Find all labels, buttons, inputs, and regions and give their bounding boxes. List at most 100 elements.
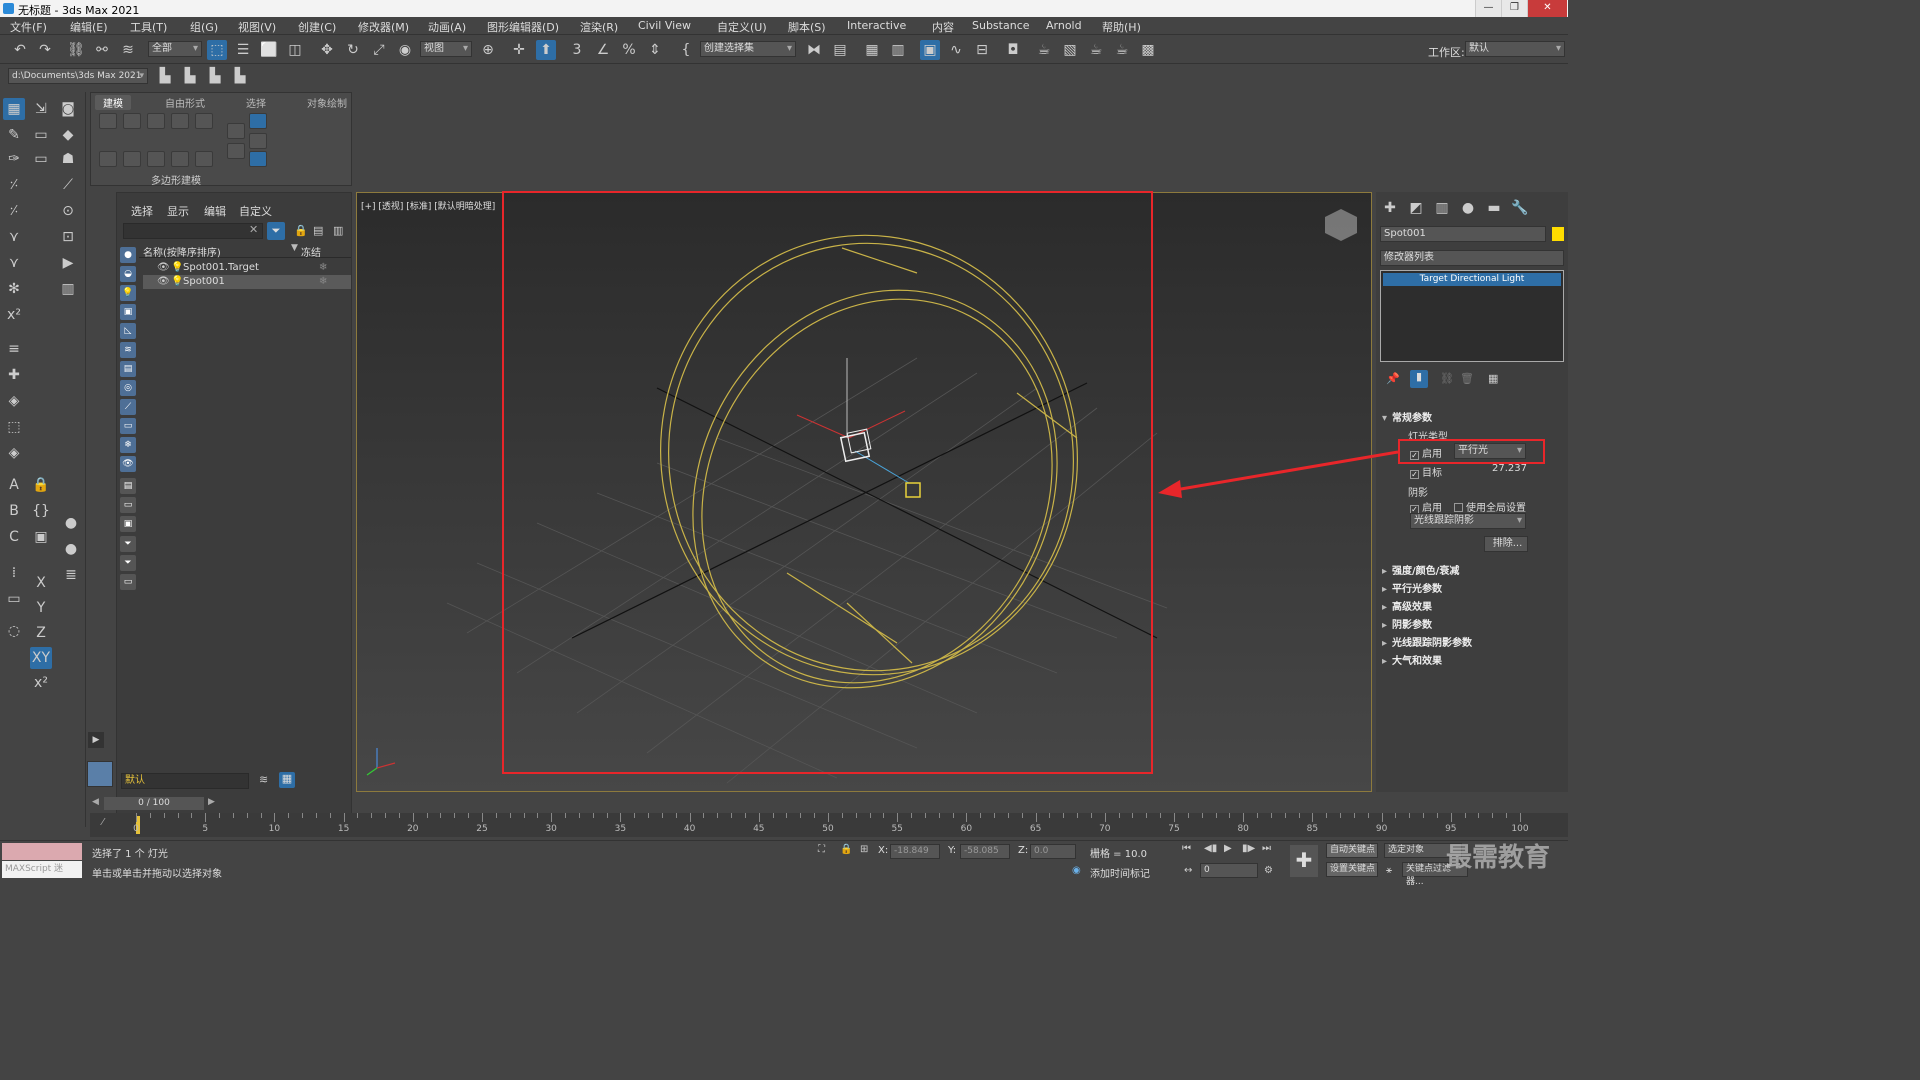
redo-icon[interactable]: ↷ — [35, 40, 55, 60]
dot-grid-icon[interactable]: ⁞ — [3, 562, 25, 584]
remove-modifier-icon[interactable]: 🗑 — [1460, 372, 1474, 385]
rollout-raytrace-shadow[interactable]: 光线跟踪阴影参数 — [1382, 634, 1564, 650]
snap-toggle-icon[interactable]: 3 — [567, 40, 587, 60]
rollout-shadow-params[interactable]: 阴影参数 — [1382, 616, 1564, 632]
ribbon-btn-1[interactable] — [99, 113, 117, 129]
ribbon-btn-8[interactable] — [147, 151, 165, 167]
menu-content[interactable]: 内容 — [932, 19, 954, 35]
show-end-result-icon[interactable]: ▮ — [1410, 370, 1428, 388]
expand-panel-icon[interactable]: ▶ — [88, 732, 104, 748]
menu-group[interactable]: 组(G) — [190, 19, 218, 35]
z-coord-field[interactable]: 0.0 — [1030, 844, 1076, 859]
menu-civil-view[interactable]: Civil View — [638, 19, 691, 32]
brush-icon[interactable]: ⟋ — [57, 174, 79, 196]
target-checkbox[interactable]: ✓ 目标 — [1410, 464, 1442, 479]
configure-sets-icon[interactable]: ▦ — [1488, 372, 1498, 385]
filter-bones-icon[interactable]: ⟋ — [120, 399, 136, 415]
isolate-icon[interactable]: ✻ — [3, 278, 25, 300]
mini-curve-icon[interactable]: ⁄ — [102, 817, 104, 828]
add-layer-icon[interactable]: ✚ — [3, 364, 25, 386]
ribbon-btn-12[interactable] — [227, 143, 245, 159]
filmstrip-icon[interactable]: ▥ — [57, 278, 79, 300]
rollout-general-parameters[interactable]: 常规参数 — [1382, 409, 1564, 425]
object-name-field[interactable]: Spot001 — [1380, 226, 1546, 242]
axis-y-icon[interactable]: Y — [30, 597, 52, 619]
folder-icon[interactable]: ▭ — [120, 574, 136, 590]
ribbon-btn-11[interactable] — [227, 123, 245, 139]
filter-icon[interactable]: ⏷ — [267, 222, 285, 240]
spray-icon[interactable]: ⊙ — [57, 200, 79, 222]
key-filter-icon[interactable]: ⚹ — [1386, 865, 1392, 876]
menu-view[interactable]: 视图(V) — [238, 19, 276, 35]
ribbon-btn-6[interactable] — [99, 151, 117, 167]
filter-geometry-icon[interactable]: ● — [120, 247, 136, 263]
axis-z-icon[interactable]: Z — [30, 622, 52, 644]
maxscript-listener[interactable] — [2, 843, 82, 860]
rect-selection-icon[interactable]: ⬜ — [259, 40, 279, 60]
place-icon[interactable]: ◉ — [395, 40, 415, 60]
soft-select-icon[interactable]: ⋎ — [3, 252, 25, 274]
utilities-tab-icon[interactable]: 🔧 — [1510, 198, 1530, 218]
y-coord-field[interactable]: -58.085 — [960, 844, 1010, 859]
ribbon-btn-4[interactable] — [171, 113, 189, 129]
set-key-big-button[interactable]: ✚ — [1290, 845, 1318, 877]
move-icon[interactable]: ✥ — [317, 40, 337, 60]
workspace-dropdown[interactable]: 默认 — [1465, 41, 1565, 57]
select-layer-icon[interactable]: ⬚ — [3, 416, 25, 438]
schematic-view-icon[interactable]: ⊟ — [972, 40, 992, 60]
save-view-icon[interactable]: ▭ — [30, 148, 52, 170]
motion-tab-icon[interactable]: ● — [1458, 198, 1478, 218]
ribbon-btn-14[interactable] — [249, 133, 267, 149]
bind-space-warp-icon[interactable]: ≋ — [118, 40, 138, 60]
layer-stack-icon[interactable]: ≋ — [259, 773, 268, 786]
lock-explorer-icon[interactable]: 🔒 — [294, 224, 308, 237]
filter-hidden-icon[interactable]: 👁 — [120, 456, 136, 472]
filter-xrefs-icon[interactable]: ◎ — [120, 380, 136, 396]
project-folder-icon[interactable]: ▙ — [155, 66, 175, 86]
render-cloud-icon[interactable]: ▩ — [1138, 40, 1158, 60]
reference-coord-dropdown[interactable]: 视图 — [420, 41, 472, 57]
axis-xy-icon[interactable]: XY — [30, 647, 52, 669]
camera-icon[interactable]: ⊡ — [57, 226, 79, 248]
ribbon-btn-15[interactable] — [249, 151, 267, 167]
ribbon-btn-7[interactable] — [123, 151, 141, 167]
menu-tools[interactable]: 工具(T) — [130, 19, 167, 35]
time-tag-icon[interactable]: ◉ — [1072, 865, 1081, 876]
auto-key-button[interactable]: 自动关键点 — [1326, 843, 1378, 858]
align-icon[interactable]: ▤ — [830, 40, 850, 60]
display-tab-icon[interactable]: ▬ — [1484, 198, 1504, 218]
layer-manager-icon[interactable]: ≡ — [3, 338, 25, 360]
object-color-swatch[interactable] — [1552, 227, 1564, 241]
layer-settings-icon[interactable]: ▦ — [279, 772, 295, 788]
menu-animation[interactable]: 动画(A) — [428, 19, 466, 35]
table-row[interactable]: 👁 💡 Spot001 ❄ — [143, 275, 351, 289]
hierarchy-tab-icon[interactable]: ▥ — [1432, 198, 1452, 218]
menu-rendering[interactable]: 渲染(R) — [580, 19, 618, 35]
viewport-config-icon[interactable]: ◙ — [57, 98, 79, 120]
polygon-select-icon[interactable]: ⋎ — [3, 226, 25, 248]
select-manipulate-icon[interactable]: ✛ — [509, 40, 529, 60]
scene-explorer-toggle-icon[interactable]: ▦ — [862, 40, 882, 60]
freeze-icon[interactable]: ❄ — [319, 275, 327, 289]
ribbon-tab-object-paint[interactable]: 对象绘制 — [307, 95, 347, 110]
make-unique-icon[interactable]: ⛓ — [1440, 372, 1454, 385]
angle-snap-icon[interactable]: ∠ — [593, 40, 613, 60]
rotate-icon[interactable]: ↻ — [343, 40, 363, 60]
col-name-header[interactable]: 名称(按降序排序) — [143, 244, 221, 259]
selection-lock-icon[interactable]: ▣ — [30, 526, 52, 548]
selection-filter-dropdown[interactable]: 全部 — [148, 41, 202, 57]
next-key-icon[interactable]: ▮▶ — [1242, 843, 1255, 854]
isolate-selection-icon[interactable]: ⛶ — [818, 844, 825, 855]
visibility-eye-icon[interactable]: 👁 — [157, 275, 170, 289]
ribbon-btn-3[interactable] — [147, 113, 165, 129]
time-config-icon[interactable]: ⚙ — [1264, 865, 1273, 876]
hierarchy-icon[interactable]: ▤ — [313, 224, 323, 237]
clear-search-icon[interactable]: ✕ — [249, 223, 258, 236]
mirror-icon[interactable]: ⧓ — [804, 40, 824, 60]
play-icon[interactable]: ▶ — [1224, 843, 1232, 854]
explorer-tab-edit[interactable]: 编辑 — [204, 203, 226, 219]
link-icon[interactable]: ⛓ — [66, 40, 86, 60]
render-iterative-icon[interactable]: ☕ — [1112, 40, 1132, 60]
ribbon-btn-13[interactable] — [249, 113, 267, 129]
layer-explorer-icon[interactable]: ▥ — [888, 40, 908, 60]
